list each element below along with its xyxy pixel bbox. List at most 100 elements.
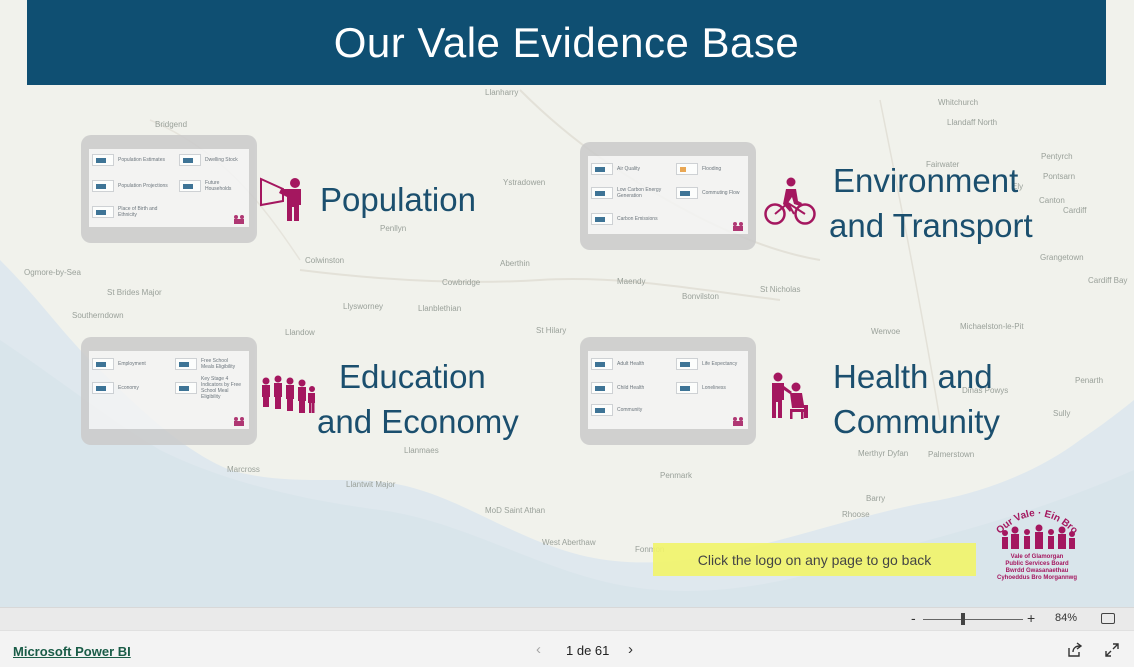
map-label: Cowbridge	[442, 278, 481, 287]
health-title-line2[interactable]: Community	[833, 400, 1000, 444]
thumbnail-label: Air Quality	[617, 166, 641, 172]
presenter-icon	[260, 177, 301, 221]
logo-icon	[733, 222, 743, 231]
map-label: Llanblethian	[418, 304, 462, 313]
thumbnail-item: Economy	[92, 381, 139, 395]
zoom-slider-thumb[interactable]	[961, 613, 965, 625]
thumbnail-label: Economy	[118, 385, 139, 391]
thumbnail-label: Community	[617, 407, 643, 413]
map-label: Rhoose	[842, 510, 870, 519]
chart-icon	[676, 358, 698, 370]
logo-line3: Bwrdd Gwasanaethau	[1006, 568, 1069, 574]
thumbnail-label: Future Households	[205, 180, 232, 192]
map-label: Canton	[1039, 196, 1065, 205]
zoom-slider[interactable]	[923, 619, 1023, 620]
map-label: Colwinston	[305, 256, 345, 265]
thumbnail-item: Population Estimates	[92, 153, 165, 167]
our-vale-logo[interactable]: Our Vale · Ein Bro Vale of Glamorgan Pub…	[993, 503, 1081, 585]
zoom-level: 84%	[1055, 612, 1078, 624]
chart-icon	[676, 163, 698, 175]
thumbnail-item: Child Health	[591, 381, 644, 395]
map-label: Aberthin	[500, 259, 530, 268]
thumbnail-label: Child Health	[617, 385, 645, 391]
thumbnail-label: Employment	[118, 361, 146, 367]
share-icon[interactable]	[1067, 642, 1083, 658]
environment-title-line2[interactable]: and Transport	[829, 204, 1033, 248]
chart-icon	[92, 154, 114, 166]
zoom-in-button[interactable]: +	[1027, 610, 1035, 626]
map-label: St Nicholas	[760, 285, 801, 294]
map-label: St Hilary	[536, 326, 567, 335]
chart-icon	[591, 404, 613, 416]
hint-text: Click the logo on any page to go back	[697, 551, 932, 568]
environment-title-line1[interactable]: Environment	[833, 159, 1018, 203]
thumbnail-item: Life Expectancy	[676, 357, 737, 371]
map-label: Southerndown	[72, 311, 124, 320]
thumbnail-preview: Employment Free School Meals Eligibility…	[89, 351, 249, 429]
chart-icon	[92, 206, 114, 218]
thumbnail-item: Commuting Flow	[676, 186, 742, 200]
chart-icon	[175, 358, 197, 370]
health-thumbnail[interactable]: Adult Health Life Expectancy Child Healt…	[580, 337, 756, 445]
thumbnail-item: Flooding	[676, 162, 721, 176]
thumbnail-item: Place of Birth and Ethnicity	[92, 205, 168, 219]
education-thumbnail[interactable]: Employment Free School Meals Eligibility…	[81, 337, 257, 445]
population-title[interactable]: Population	[320, 178, 476, 222]
thumbnail-item: Employment	[92, 357, 146, 371]
thumbnail-label: Loneliness	[702, 385, 726, 391]
zoom-out-button[interactable]: -	[911, 610, 916, 626]
thumbnail-item: Air Quality	[591, 162, 640, 176]
thumbnail-item: Key Stage 4 Indicators by Free School Me…	[175, 376, 245, 400]
thumbnail-preview: Population Estimates Dwelling Stock Popu…	[89, 149, 249, 227]
map-label: Bonvilston	[682, 292, 719, 301]
map-label: Cardiff	[1063, 206, 1087, 215]
page-indicator: 1 de 61	[566, 643, 610, 658]
hint-banner: Click the logo on any page to go back	[653, 543, 976, 576]
map-label: St Brides Major	[107, 288, 162, 297]
thumbnail-label: Carbon Emissions	[617, 216, 658, 222]
fit-to-page-icon[interactable]	[1101, 613, 1115, 624]
previous-page-button[interactable]: ‹	[536, 641, 541, 658]
thumbnail-item: Community	[591, 403, 642, 417]
expand-icon[interactable]	[1104, 642, 1120, 658]
thumbnail-item: Future Households	[179, 179, 245, 193]
population-thumbnail[interactable]: Population Estimates Dwelling Stock Popu…	[81, 135, 257, 243]
thumbnail-label: Place of Birth and Ethnicity	[118, 206, 158, 218]
chart-icon	[676, 382, 698, 394]
map-label: Penllyn	[380, 224, 407, 233]
thumbnail-label: Adult Health	[617, 361, 645, 367]
power-bi-link[interactable]: Microsoft Power BI	[13, 644, 131, 659]
chart-icon	[591, 187, 613, 199]
map-label: Ystradowen	[503, 178, 546, 187]
map-label: Cardiff Bay	[1088, 276, 1128, 285]
education-title-line2[interactable]: and Economy	[317, 400, 519, 444]
map-label: Sully	[1053, 409, 1071, 418]
chart-icon	[179, 180, 201, 192]
logo-line1: Vale of Glamorgan	[1011, 554, 1064, 560]
environment-thumbnail[interactable]: Air Quality Flooding Low Carbon Energy G…	[580, 142, 756, 250]
map-label: Llanharry	[485, 88, 519, 97]
report-canvas: Bridgend Llanharry Cowbridge Penarth Bar…	[0, 0, 1134, 607]
chart-icon	[175, 382, 197, 394]
map-background	[0, 0, 1134, 607]
map-label: Michaelston-le-Pit	[960, 322, 1024, 331]
thumbnail-label: Free School Meals Eligibility	[201, 358, 236, 370]
care-icon	[772, 372, 808, 419]
map-label: Pentyrch	[1041, 152, 1073, 161]
map-label: West Aberthaw	[542, 538, 596, 547]
map-label: Palmerstown	[928, 450, 975, 459]
logo-line4: Cyhoeddus Bro Morgannwg	[997, 575, 1077, 581]
chart-icon	[591, 163, 613, 175]
chart-icon	[92, 180, 114, 192]
thumbnail-label: Low Carbon Energy Generation	[617, 187, 662, 199]
thumbnail-label: Key Stage 4 Indicators by Free School Me…	[201, 376, 242, 400]
cyclist-icon	[764, 177, 816, 225]
health-title-line1[interactable]: Health and	[833, 355, 993, 399]
next-page-button[interactable]: ›	[628, 641, 633, 658]
map-label: MoD Saint Athan	[485, 506, 546, 515]
education-title-line1[interactable]: Education	[339, 355, 486, 399]
map-label: Barry	[866, 494, 886, 503]
chart-icon	[591, 213, 613, 225]
thumbnail-label: Life Expectancy	[702, 361, 738, 367]
logo-line2: Public Services Board	[1005, 561, 1069, 567]
